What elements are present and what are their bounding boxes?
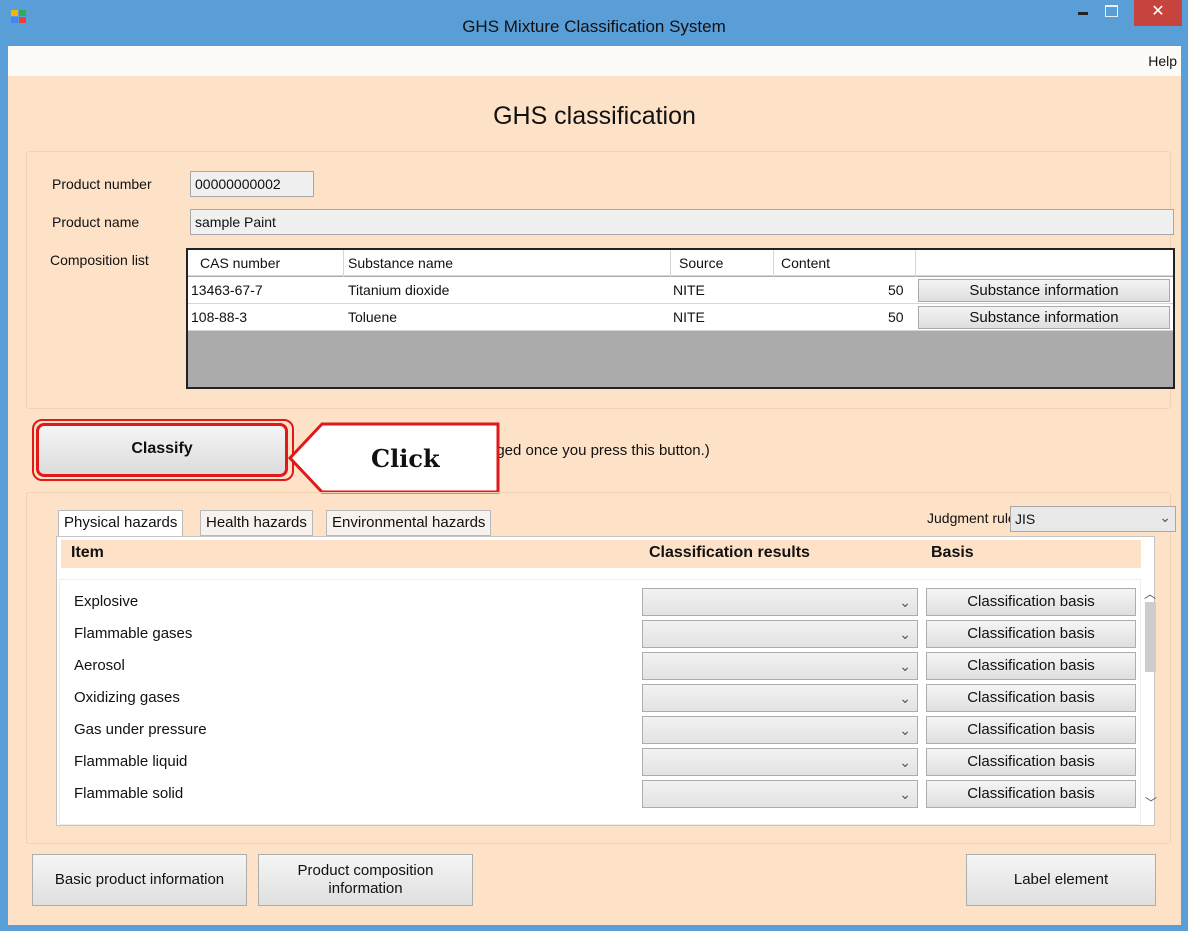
item-header: Item <box>71 544 104 561</box>
product-composition-information-button[interactable]: Product composition information <box>258 854 473 906</box>
classification-result-select[interactable]: ⌄ <box>642 748 918 776</box>
chevron-down-icon: ⌄ <box>899 594 911 610</box>
cas-cell: 13463-67-7 <box>191 282 263 298</box>
product-number-label: Product number <box>52 176 152 192</box>
classification-basis-button[interactable]: Classification basis <box>926 652 1136 680</box>
substance-cell: Toluene <box>348 309 398 325</box>
tab-health-hazards[interactable]: Health hazards <box>200 510 313 536</box>
substance-cell: Titanium dioxide <box>348 282 450 298</box>
scroll-down-icon[interactable]: ﹀ <box>1145 794 1157 811</box>
product-name-label: Product name <box>52 214 140 230</box>
judgment-rule-label: Judgment rule <box>927 510 1016 526</box>
window-title: GHS Mixture Classification System <box>462 17 726 36</box>
classification-result-select[interactable]: ⌄ <box>642 652 918 680</box>
list-item: Flammable liquid ⌄ Classification basis <box>60 748 1140 780</box>
cas-cell: 108-88-3 <box>191 309 248 325</box>
source-cell: NITE <box>673 309 705 325</box>
tab-environmental-hazards[interactable]: Environmental hazards <box>326 510 492 536</box>
composition-list-label: Composition list <box>50 252 149 268</box>
item-label: Explosive <box>74 593 139 610</box>
source-cell: NITE <box>673 282 705 298</box>
item-label: Aerosol <box>74 657 125 674</box>
list-item: Gas under pressure ⌄ Classification basi… <box>60 716 1140 748</box>
client-area: Help GHS classification Product number 0… <box>8 46 1181 925</box>
chevron-down-icon: ⌄ <box>899 722 911 738</box>
title-bar: GHS Mixture Classification System ✕ <box>0 0 1188 46</box>
chevron-down-icon: ⌄ <box>899 626 911 642</box>
hazard-list: Explosive ⌄ Classification basis Flammab… <box>59 579 1141 825</box>
substance-information-button[interactable]: Substance information <box>918 279 1170 302</box>
grid-header-content[interactable]: Content <box>781 255 830 271</box>
click-callout-text: Click <box>371 444 440 473</box>
table-row[interactable]: 13463-67-7 Titanium dioxide NITE 50 Subs… <box>188 277 1173 304</box>
content-cell: 50 <box>888 309 904 325</box>
classification-result-select[interactable]: ⌄ <box>642 620 918 648</box>
item-label: Oxidizing gases <box>74 689 180 706</box>
classification-result-select[interactable]: ⌄ <box>642 716 918 744</box>
list-item: Flammable solid ⌄ Classification basis <box>60 780 1140 812</box>
classification-result-select[interactable]: ⌄ <box>642 588 918 616</box>
table-row[interactable]: 108-88-3 Toluene NITE 50 Substance infor… <box>188 304 1173 331</box>
item-label: Flammable gases <box>74 625 193 642</box>
composition-grid: CAS number Substance name Source Content… <box>186 248 1175 389</box>
product-composition-label-line1: Product composition <box>297 862 434 879</box>
product-composition-label-line2: information <box>328 880 403 897</box>
grid-header-cas[interactable]: CAS number <box>200 255 280 271</box>
chevron-down-icon: ⌄ <box>899 658 911 674</box>
item-label: Flammable liquid <box>74 753 188 770</box>
chevron-down-icon: ⌄ <box>899 786 911 802</box>
basic-product-information-button[interactable]: Basic product information <box>32 854 247 906</box>
classification-basis-button[interactable]: Classification basis <box>926 588 1136 616</box>
classify-button[interactable]: Classify <box>36 423 288 477</box>
chevron-down-icon: ⌄ <box>899 690 911 706</box>
classification-result-select[interactable]: ⌄ <box>642 780 918 808</box>
item-label: Flammable solid <box>74 785 184 802</box>
chevron-down-icon: ⌄ <box>899 754 911 770</box>
hazard-panel: Item Classification results Basis Explos… <box>56 536 1157 826</box>
chevron-down-icon: ⌄ <box>1159 509 1171 525</box>
classification-result-select[interactable]: ⌄ <box>642 684 918 712</box>
classification-basis-button[interactable]: Classification basis <box>926 620 1136 648</box>
substance-information-button[interactable]: Substance information <box>918 306 1170 329</box>
item-label: Gas under pressure <box>74 721 207 738</box>
label-element-label: Label element <box>1013 871 1109 888</box>
label-element-button[interactable]: Label element <box>966 854 1156 906</box>
menu-bar: Help <box>8 46 1181 76</box>
grid-header-source[interactable]: Source <box>679 255 723 271</box>
scroll-thumb[interactable] <box>1145 602 1156 672</box>
results-header: Classification results <box>649 544 810 561</box>
classification-basis-button[interactable]: Classification basis <box>926 780 1136 808</box>
product-number-field[interactable]: 00000000002 <box>190 171 314 197</box>
close-button[interactable]: ✕ <box>1134 0 1182 26</box>
product-name-field[interactable]: sample Paint <box>190 209 1174 235</box>
scroll-up-icon[interactable]: ︿ <box>1144 585 1156 602</box>
grid-header-substance[interactable]: Substance name <box>348 255 453 271</box>
maximize-button[interactable] <box>1098 0 1124 22</box>
app-window: GHS Mixture Classification System ✕ Help… <box>0 0 1188 931</box>
classification-basis-button[interactable]: Classification basis <box>926 748 1136 776</box>
tab-physical-hazards[interactable]: Physical hazards <box>58 510 184 537</box>
judgment-rule-value: JIS <box>1015 511 1036 527</box>
basic-product-information-label: Basic product information <box>54 871 225 888</box>
classify-note: nged once you press this button.) <box>488 442 710 459</box>
minimize-button[interactable] <box>1072 0 1094 22</box>
classification-basis-button[interactable]: Classification basis <box>926 716 1136 744</box>
page-title: GHS classification <box>493 102 696 130</box>
content-cell: 50 <box>888 282 904 298</box>
grid-header: CAS number Substance name Source Content <box>188 250 1173 276</box>
judgment-rule-select[interactable]: JIS ⌄ <box>1010 506 1176 532</box>
list-item: Explosive ⌄ Classification basis <box>60 588 1140 620</box>
list-item: Oxidizing gases ⌄ Classification basis <box>60 684 1140 716</box>
list-item: Aerosol ⌄ Classification basis <box>60 652 1140 684</box>
menu-help[interactable]: Help <box>1148 53 1177 69</box>
basis-header: Basis <box>931 544 974 561</box>
list-header: Item Classification results Basis <box>61 540 1141 568</box>
list-item: Flammable gases ⌄ Classification basis <box>60 620 1140 652</box>
classification-basis-button[interactable]: Classification basis <box>926 684 1136 712</box>
